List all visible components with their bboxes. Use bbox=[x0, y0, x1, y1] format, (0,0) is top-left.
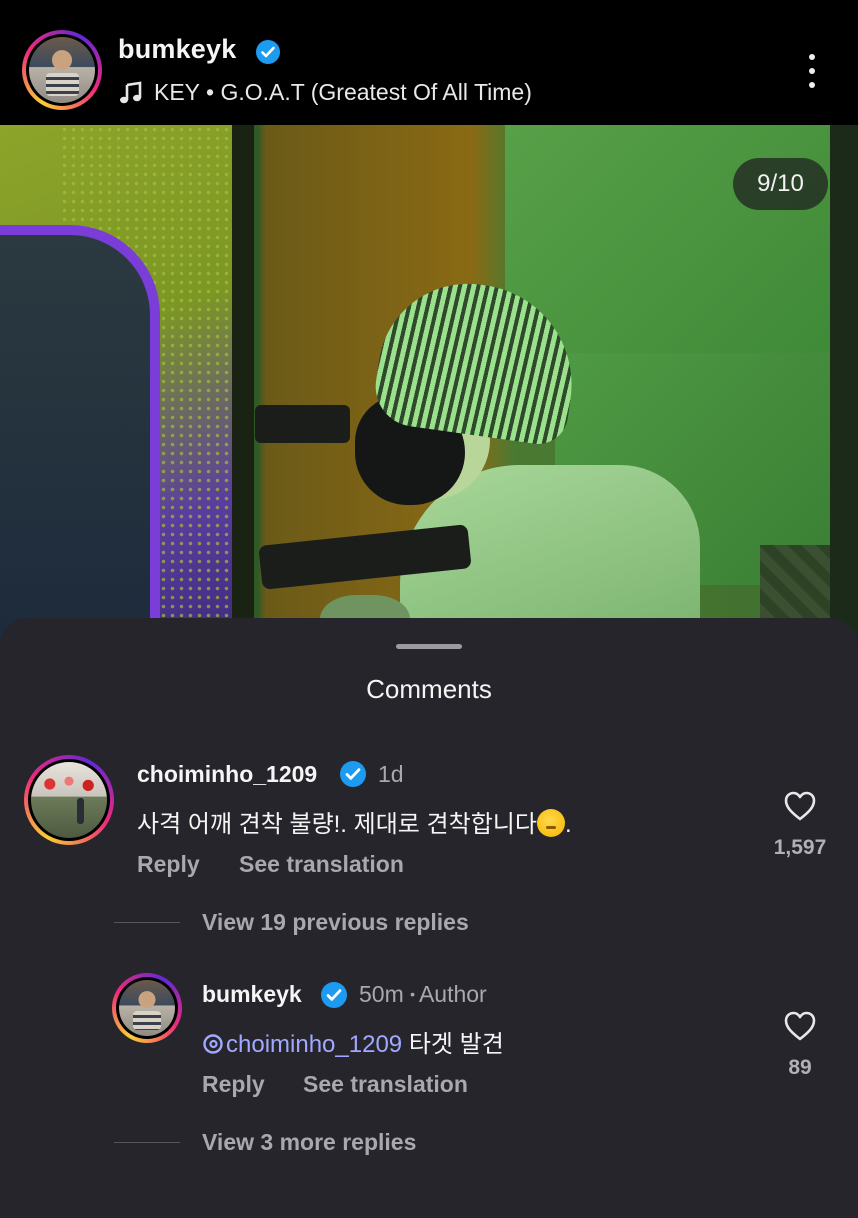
divider-line bbox=[114, 1142, 180, 1143]
comment-text: choiminho_1209 타겟 발견 bbox=[202, 1024, 504, 1059]
comment-suffix: . bbox=[564, 811, 572, 838]
like-count: 89 bbox=[788, 1056, 812, 1079]
commenter-username[interactable]: choiminho_1209 bbox=[137, 761, 317, 788]
more-options-icon[interactable] bbox=[802, 54, 822, 90]
comment-time: 50m • Author bbox=[359, 981, 487, 1008]
commenter-username[interactable]: bumkeyk bbox=[202, 981, 302, 1008]
comment-time: 1d bbox=[378, 761, 404, 787]
sheet-drag-handle[interactable] bbox=[396, 644, 462, 649]
comment-body: 사격 어깨 견착 불량!. 제대로 견착합니다 bbox=[137, 811, 537, 838]
comment-time-value: 50m bbox=[359, 981, 404, 1007]
verified-badge-icon bbox=[340, 761, 366, 787]
music-track[interactable]: KEY • G.O.A.T (Greatest Of All Time) bbox=[154, 79, 532, 106]
music-note-icon bbox=[120, 81, 142, 104]
commenter-avatar[interactable] bbox=[24, 755, 114, 845]
separator-dot: • bbox=[410, 986, 419, 1002]
view-previous-replies-button[interactable]: View 19 previous replies bbox=[202, 909, 469, 936]
comment-text: 사격 어깨 견착 불량!. 제대로 견착합니다. bbox=[137, 804, 572, 839]
reply-button[interactable]: Reply bbox=[202, 1071, 265, 1098]
sheet-title: Comments bbox=[366, 674, 492, 704]
mention-link[interactable]: choiminho_1209 bbox=[202, 1031, 402, 1058]
comment-body: 타겟 발견 bbox=[408, 1031, 504, 1058]
post-image[interactable] bbox=[0, 125, 858, 645]
thinking-face-emoji-icon bbox=[536, 809, 565, 837]
commenter-avatar[interactable] bbox=[112, 973, 182, 1043]
author-avatar[interactable] bbox=[22, 30, 102, 110]
threads-icon bbox=[203, 1034, 223, 1054]
reply-button[interactable]: Reply bbox=[137, 851, 200, 878]
divider-line bbox=[114, 922, 180, 923]
mention-text: choiminho_1209 bbox=[226, 1031, 403, 1058]
like-count: 1,597 bbox=[773, 836, 827, 859]
heart-icon[interactable] bbox=[783, 790, 817, 822]
author-label: Author bbox=[418, 981, 487, 1007]
author-username[interactable]: bumkeyk bbox=[118, 34, 236, 65]
verified-badge-icon bbox=[321, 982, 347, 1008]
post-header: bumkeyk KEY • G.O.A.T (Greatest Of All T… bbox=[0, 0, 858, 125]
image-counter: 9/10 bbox=[733, 158, 828, 210]
heart-icon[interactable] bbox=[783, 1010, 817, 1042]
comments-sheet: Comments choiminho_1209 1d 사격 어깨 견착 불량!.… bbox=[0, 618, 858, 1218]
view-more-replies-button[interactable]: View 3 more replies bbox=[202, 1129, 416, 1156]
verified-badge-icon bbox=[256, 40, 280, 64]
see-translation-button[interactable]: See translation bbox=[239, 851, 404, 878]
see-translation-button[interactable]: See translation bbox=[303, 1071, 468, 1098]
